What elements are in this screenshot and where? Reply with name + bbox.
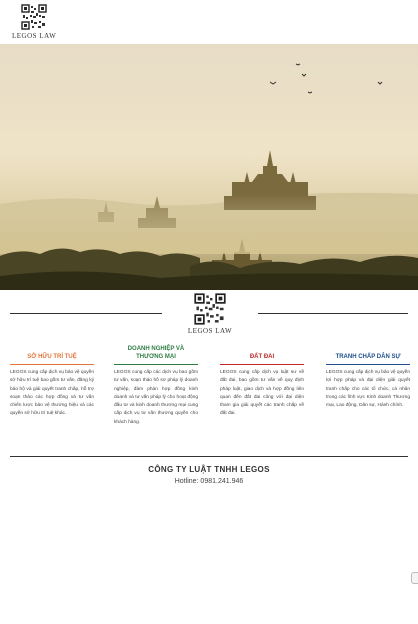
service-card-intellectual-property[interactable]: SỞ HỮU TRÍ TUỆ LEGOS cung cấp dịch vụ bả…	[10, 345, 94, 419]
header-logo[interactable]: LEGOS LAW	[12, 4, 56, 40]
qr-logo-icon	[194, 293, 226, 325]
qr-logo-icon	[21, 4, 47, 30]
service-card-business-commerce[interactable]: DOANH NGHIỆP VÀ THƯƠNG MẠI LEGOS cung cấ…	[114, 345, 198, 427]
company-name: CÔNG TY LUẬT TNHH LEGOS	[148, 465, 270, 474]
service-description: LEGOS cung cấp dịch vụ bảo vệ quyền sở h…	[10, 370, 94, 417]
service-underline	[326, 364, 410, 365]
service-card-land[interactable]: ĐẤT ĐAI LEGOS cung cấp dịch vụ luật sư v…	[220, 345, 304, 419]
site-header: LEGOS LAW	[0, 0, 418, 44]
service-title[interactable]: DOANH NGHIỆP VÀ THƯƠNG MẠI	[114, 345, 198, 361]
divider-logo: LEGOS LAW	[180, 293, 240, 335]
footer-divider	[10, 456, 408, 457]
service-underline	[10, 364, 94, 365]
hotline-link[interactable]: Hotline: 0981.241.946	[0, 478, 418, 485]
services-section: SỞ HỮU TRÍ TUỆ LEGOS cung cấp dịch vụ bả…	[10, 345, 410, 445]
service-description: LEGOS cung cấp các dịch vụ bao gồm tư vấ…	[114, 370, 198, 425]
divider-logo-section: LEGOS LAW	[0, 293, 418, 335]
hero-banner	[0, 44, 418, 290]
service-underline	[220, 364, 304, 365]
service-description: LEGOS cung cấp dịch vụ luật sư về đất đa…	[220, 370, 304, 417]
hero-landscape-image	[0, 44, 418, 290]
service-title[interactable]: SỞ HỮU TRÍ TUỆ	[10, 345, 94, 361]
header-brand-text: LEGOS LAW	[12, 32, 57, 40]
service-title[interactable]: TRANH CHẤP DÂN SỰ	[326, 345, 410, 361]
service-title[interactable]: ĐẤT ĐAI	[220, 345, 304, 361]
service-card-civil-dispute[interactable]: TRANH CHẤP DÂN SỰ LEGOS cung cấp dịch vụ…	[326, 345, 410, 410]
service-underline	[114, 364, 198, 365]
service-description: LEGOS cung cấp dịch vụ bảo vệ quyền lợi …	[326, 370, 410, 409]
side-scroll-tab[interactable]	[411, 572, 418, 584]
divider-brand-text: LEGOS LAW	[187, 327, 233, 335]
